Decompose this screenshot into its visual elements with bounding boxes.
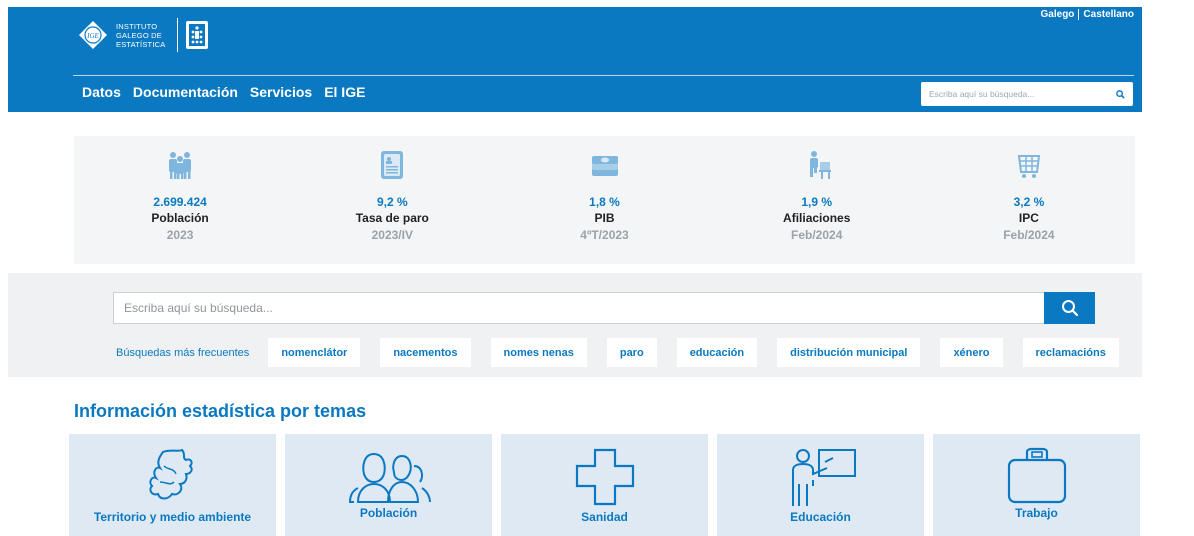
- main-nav: Datos Documentación Servicios El IGE: [82, 84, 365, 100]
- stat-paro[interactable]: 9,2 % Tasa de paro 2023/IV: [286, 136, 498, 264]
- search-band: Búsquedas más frecuentes nomenclátor nac…: [8, 273, 1142, 377]
- stat-period: 2023: [166, 228, 194, 242]
- lang-castellano[interactable]: Castellano: [1083, 9, 1134, 20]
- tile-poblacion[interactable]: Población: [285, 434, 492, 536]
- stat-label: Tasa de paro: [355, 211, 429, 225]
- cart-icon: [1017, 155, 1041, 178]
- tile-label: Territorio y medio ambiente: [93, 510, 252, 524]
- stat-value: 1,8 %: [589, 195, 620, 209]
- main-search-input[interactable]: [114, 293, 1044, 323]
- header-search: [921, 82, 1133, 106]
- frequent-searches-label: Búsquedas más frecuentes: [116, 346, 250, 359]
- chip-distribucion-municipal[interactable]: distribución municipal: [777, 338, 921, 367]
- stat-value: 2.699.424: [153, 195, 207, 209]
- worker-icon: [809, 151, 831, 179]
- themes-heading: Información estadística por temas: [74, 401, 367, 421]
- site-header: Galego Castellano IGE INSTITUTO GALEGO D…: [8, 7, 1142, 112]
- nav-el-ige[interactable]: El IGE: [324, 84, 365, 100]
- nav-documentacion[interactable]: Documentación: [133, 84, 238, 100]
- logo-line: INSTITUTO: [116, 21, 158, 31]
- tile-territorio[interactable]: Territorio y medio ambiente: [69, 434, 276, 536]
- stat-label: Afiliaciones: [783, 211, 851, 225]
- logo-line: ESTATÍSTICA: [116, 39, 166, 49]
- ige-logo-icon: IGE: [78, 20, 108, 50]
- stat-value: 9,2 %: [376, 195, 408, 209]
- stat-period: 2023/IV: [371, 228, 413, 242]
- stat-period: Feb/2024: [1003, 228, 1055, 242]
- health-cross-icon: [575, 448, 634, 506]
- logo-text: INSTITUTO GALEGO DE ESTATÍSTICA: [116, 22, 165, 49]
- tile-label: Trabajo: [1015, 506, 1058, 520]
- nav-datos[interactable]: Datos: [82, 84, 121, 100]
- stat-afiliaciones[interactable]: 1,9 % Afiliaciones Feb/2024: [711, 136, 923, 264]
- galicia-map-icon: [148, 448, 193, 500]
- stat-label: PIB: [594, 211, 615, 225]
- stat-ipc[interactable]: 3,2 % IPC Feb/2024: [923, 136, 1135, 264]
- stat-value: 1,9 %: [801, 195, 833, 209]
- logo-line: GALEGO DE: [116, 30, 162, 40]
- search-icon[interactable]: [1116, 89, 1125, 99]
- chip-paro[interactable]: paro: [606, 338, 657, 367]
- header-search-input[interactable]: [929, 89, 1116, 99]
- search-icon: [1061, 300, 1078, 317]
- briefcase-icon: [1007, 447, 1066, 504]
- stat-value: 3,2 %: [1013, 195, 1045, 209]
- tile-educacion[interactable]: Educación: [717, 434, 924, 536]
- document-icon: [381, 151, 404, 179]
- chip-xenero[interactable]: xénero: [940, 338, 1003, 367]
- language-switcher: Galego Castellano: [1041, 9, 1134, 20]
- tile-label: Sanidad: [581, 510, 628, 524]
- tile-label: Educación: [790, 510, 851, 524]
- lang-galego[interactable]: Galego: [1041, 9, 1075, 20]
- chip-nacementos[interactable]: nacementos: [380, 338, 471, 367]
- tile-trabajo[interactable]: Trabajo: [933, 434, 1140, 536]
- stat-period: Feb/2024: [791, 228, 843, 242]
- chip-reclamacions[interactable]: reclamacións: [1022, 338, 1119, 367]
- chip-educacion[interactable]: educación: [676, 338, 758, 367]
- chip-nomenclator[interactable]: nomenclátor: [268, 338, 361, 367]
- search-button[interactable]: [1044, 292, 1095, 324]
- chip-nomes-nenas[interactable]: nomes nenas: [490, 338, 587, 367]
- people-group-icon: [348, 452, 431, 503]
- stat-label: Población: [151, 211, 209, 225]
- teacher-icon: [791, 449, 856, 506]
- xunta-shield-icon: [186, 21, 209, 49]
- stat-poblacion[interactable]: 2.699.424 Población 2023: [74, 136, 286, 264]
- stat-pib[interactable]: 1,8 % PIB 4ºT/2023: [498, 136, 710, 264]
- frequent-searches: Búsquedas más frecuentes nomenclátor nac…: [116, 338, 1139, 367]
- logo-mark-text: IGE: [86, 32, 99, 40]
- key-indicators: 2.699.424 Población 2023 9,2 % Tasa de p…: [74, 136, 1135, 264]
- people-icon: [169, 152, 192, 179]
- header-divider: [73, 75, 1134, 76]
- money-icon: [591, 156, 618, 176]
- ige-logo[interactable]: IGE INSTITUTO GALEGO DE ESTATÍSTICA: [78, 18, 209, 52]
- tile-sanidad[interactable]: Sanidad: [501, 434, 708, 536]
- stat-label: IPC: [1018, 211, 1039, 225]
- lang-separator: [1078, 9, 1080, 20]
- nav-servicios[interactable]: Servicios: [250, 84, 312, 100]
- themes-grid: Territorio y medio ambiente Población Sa…: [69, 434, 1140, 536]
- logo-divider: [177, 18, 179, 52]
- tile-label: Población: [359, 506, 418, 520]
- stat-period: 4ºT/2023: [580, 228, 629, 242]
- main-search-box: [113, 292, 1045, 324]
